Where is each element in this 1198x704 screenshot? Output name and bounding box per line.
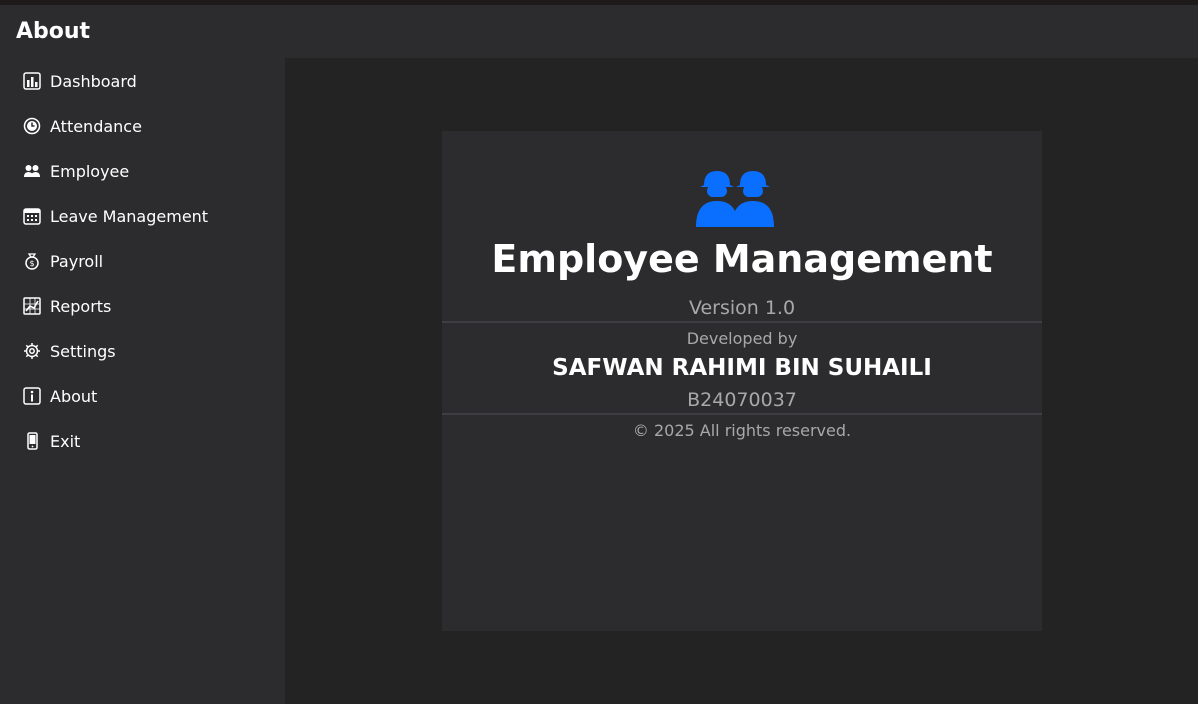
sidebar-item-label: Dashboard [50, 71, 137, 91]
page-title: About [16, 19, 91, 44]
developed-by-label: Developed by [686, 329, 798, 348]
version-text: Version 1.0 [688, 297, 796, 319]
phone-icon [22, 431, 42, 451]
sidebar-item-payroll[interactable]: $ Payroll [22, 246, 272, 276]
svg-text:$: $ [29, 259, 34, 268]
sidebar-item-settings[interactable]: Settings [22, 336, 272, 366]
sidebar-item-dashboard[interactable]: Dashboard [22, 66, 272, 96]
developer-id: B24070037 [687, 389, 797, 411]
gear-icon [22, 341, 42, 361]
main-content: Employee Management Version 1.0 Develope… [285, 58, 1198, 704]
clock-icon [22, 116, 42, 136]
sidebar-item-label: Payroll [50, 251, 104, 271]
sidebar-item-label: About [50, 386, 98, 406]
sidebar-item-label: Attendance [50, 116, 142, 136]
divider [442, 413, 1042, 415]
sidebar-item-exit[interactable]: Exit [22, 426, 272, 456]
info-icon [22, 386, 42, 406]
sidebar-item-reports[interactable]: Reports [22, 291, 272, 321]
sidebar-item-attendance[interactable]: Attendance [22, 111, 272, 141]
calendar-icon [22, 206, 42, 226]
sidebar-item-leave-management[interactable]: Leave Management [22, 201, 272, 231]
header-bar: About [0, 5, 1198, 58]
about-card: Employee Management Version 1.0 Develope… [442, 131, 1042, 631]
divider [442, 321, 1042, 323]
sidebar: Dashboard Attendance Employee Leave Mana… [0, 58, 285, 704]
sidebar-item-label: Exit [50, 431, 81, 451]
sidebar-item-employee[interactable]: Employee [22, 156, 272, 186]
developer-name: SAFWAN RAHIMI BIN SUHAILI [552, 355, 932, 381]
chart-icon [22, 296, 42, 316]
users-icon [694, 163, 780, 229]
bar-chart-icon [22, 71, 42, 91]
sidebar-item-about[interactable]: About [22, 381, 272, 411]
users-icon [22, 161, 42, 181]
sidebar-item-label: Reports [50, 296, 112, 316]
sidebar-item-label: Employee [50, 161, 130, 181]
app-title: Employee Management [491, 237, 993, 281]
money-bag-icon: $ [22, 251, 42, 271]
copyright-text: © 2025 All rights reserved. [632, 421, 852, 440]
sidebar-item-label: Settings [50, 341, 116, 361]
sidebar-item-label: Leave Management [50, 206, 209, 226]
